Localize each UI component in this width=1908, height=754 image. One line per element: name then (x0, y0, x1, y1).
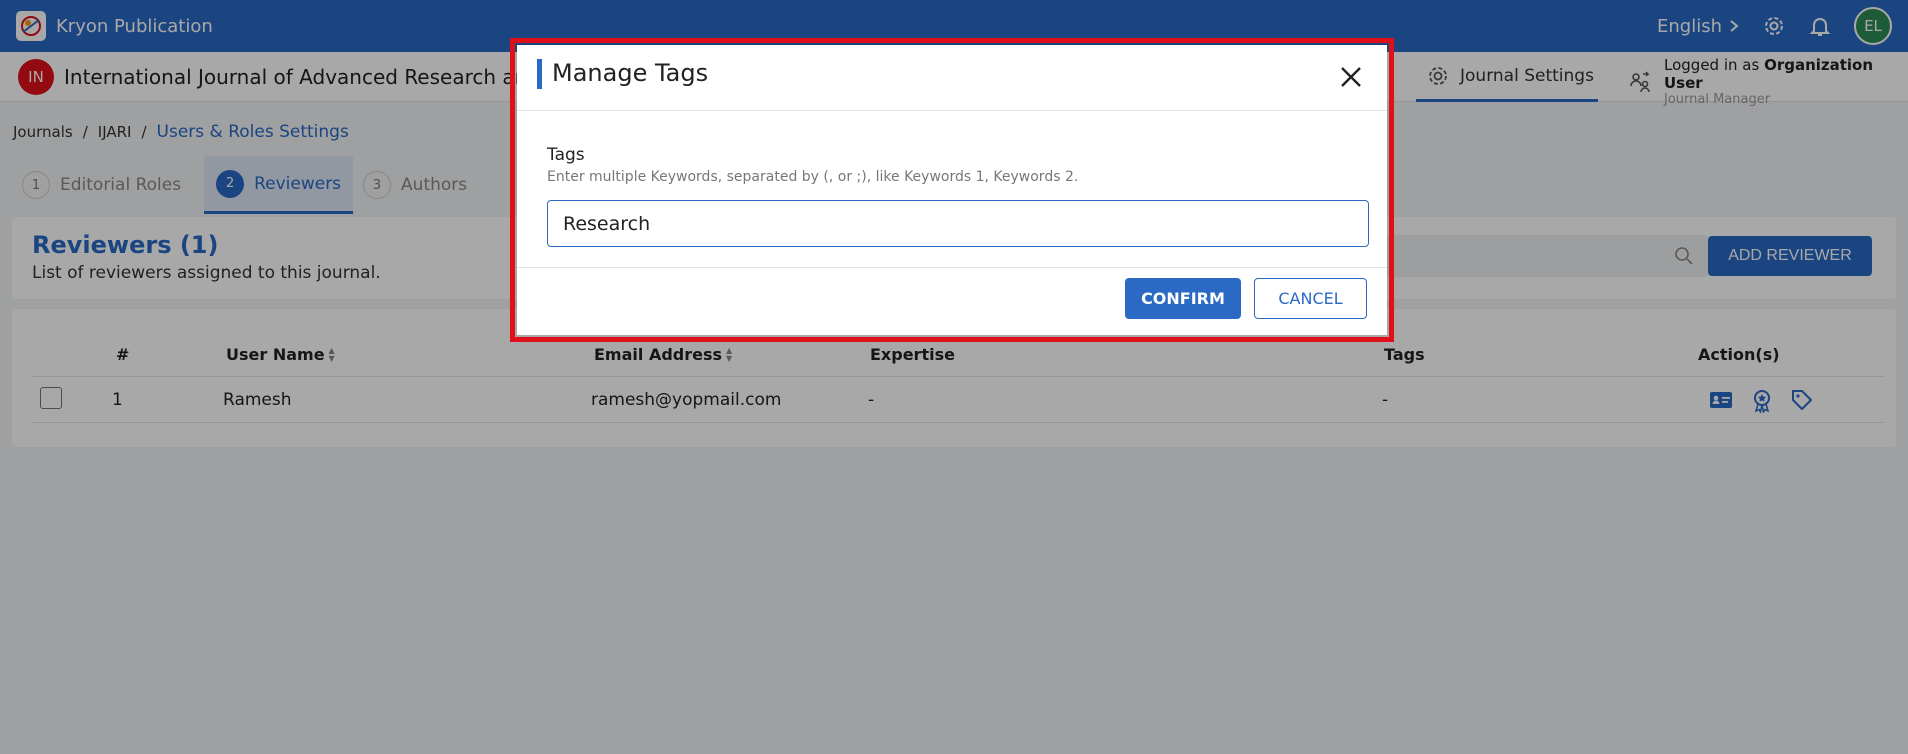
modal-title: Manage Tags (552, 59, 709, 87)
confirm-button[interactable]: CONFIRM (1125, 278, 1241, 319)
tags-input[interactable] (547, 200, 1369, 247)
close-icon[interactable] (1335, 61, 1367, 93)
modal-title-accent (537, 59, 542, 89)
tags-field-label: Tags (547, 145, 585, 165)
modal-footer-divider (517, 267, 1387, 268)
cancel-button[interactable]: CANCEL (1254, 278, 1367, 319)
tags-field-help: Enter multiple Keywords, separated by (,… (547, 169, 1079, 185)
modal-header: Manage Tags (517, 45, 1387, 111)
manage-tags-dialog: Manage Tags Tags Enter multiple Keywords… (517, 45, 1387, 335)
